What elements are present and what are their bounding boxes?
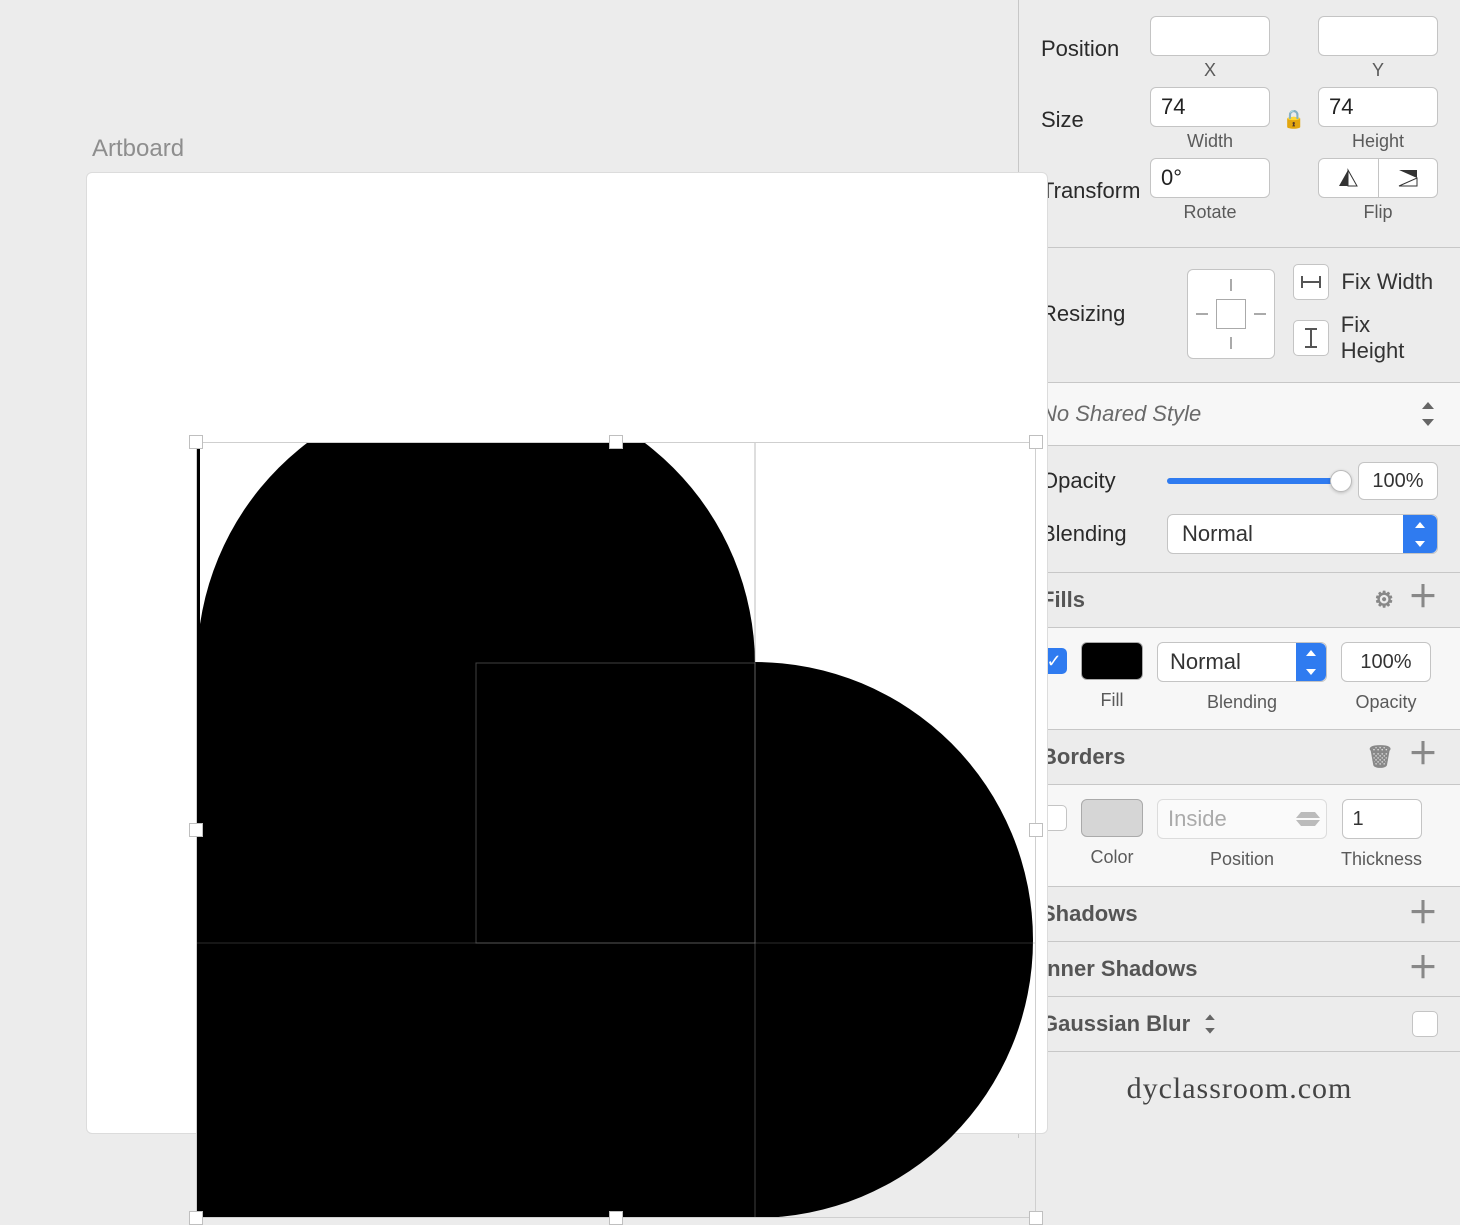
watermark: dyclassroom.com xyxy=(1019,1052,1460,1126)
blending-value: Normal xyxy=(1182,521,1253,547)
borders-header: Borders 🗑 ＋ xyxy=(1019,730,1460,785)
blending-select[interactable]: Normal xyxy=(1167,514,1438,554)
gaussian-blur-title: Gaussian Blur xyxy=(1041,1011,1190,1037)
selected-shape-group[interactable] xyxy=(197,443,1035,1217)
fill-color-swatch[interactable] xyxy=(1081,642,1143,680)
border-position-sublabel: Position xyxy=(1210,849,1274,870)
updown-icon xyxy=(1418,402,1438,426)
canvas-area[interactable]: Artboard xyxy=(0,0,1018,1138)
shadows-add-icon[interactable]: ＋ xyxy=(1408,903,1438,925)
opacity-slider-thumb[interactable] xyxy=(1330,470,1352,492)
flip-horizontal-icon xyxy=(1337,168,1359,188)
flip-vertical-button[interactable] xyxy=(1379,159,1438,197)
border-item: ✓ Color Inside Position 1 Thickness xyxy=(1019,785,1460,887)
artboard-label[interactable]: Artboard xyxy=(92,135,184,163)
gaussian-blur-checkbox[interactable] xyxy=(1412,1011,1438,1037)
flip-sublabel: Flip xyxy=(1363,202,1392,223)
fill-blend-stepper-icon xyxy=(1296,643,1326,681)
blending-label: Blending xyxy=(1041,521,1151,547)
gaussian-blur-header: Gaussian Blur xyxy=(1019,997,1460,1052)
border-position-select[interactable]: Inside xyxy=(1157,799,1327,839)
opacity-value[interactable]: 100% xyxy=(1358,462,1438,500)
selection-handle-top-middle[interactable] xyxy=(609,435,623,449)
borders-title: Borders xyxy=(1041,744,1125,770)
selection-handle-top-right[interactable] xyxy=(1029,435,1043,449)
size-width-input[interactable] xyxy=(1150,87,1270,127)
fill-blend-select[interactable]: Normal xyxy=(1157,642,1327,682)
inner-shadows-add-icon[interactable]: ＋ xyxy=(1408,958,1438,980)
shared-style-label: No Shared Style xyxy=(1041,401,1201,427)
lock-aspect-icon[interactable]: 🔒 xyxy=(1283,109,1305,130)
resizing-section: Resizing Fix Width xyxy=(1019,248,1460,383)
fill-opacity-sublabel: Opacity xyxy=(1355,692,1416,713)
fill-item: ✓ Fill Normal Blending 100% Opacity xyxy=(1019,628,1460,730)
selection-handle-bottom-left[interactable] xyxy=(189,1211,203,1225)
flip-group xyxy=(1318,158,1438,198)
shadows-header: Shadows ＋ xyxy=(1019,887,1460,942)
borders-add-icon[interactable]: ＋ xyxy=(1408,744,1438,770)
fills-add-icon[interactable]: ＋ xyxy=(1408,587,1438,613)
border-position-stepper-icon xyxy=(1296,800,1320,838)
inspector-sidebar: Position X Y Size Width xyxy=(1018,0,1460,1138)
borders-delete-icon[interactable]: 🗑 xyxy=(1366,744,1394,770)
inner-shadows-header: Inner Shadows ＋ xyxy=(1019,942,1460,997)
border-position-value: Inside xyxy=(1168,806,1227,832)
selection-handle-top-left[interactable] xyxy=(189,435,203,449)
position-x-input[interactable] xyxy=(1150,16,1270,56)
border-color-sublabel: Color xyxy=(1090,847,1133,868)
opacity-label: Opacity xyxy=(1041,468,1151,494)
position-label: Position xyxy=(1041,36,1150,62)
border-thickness-sublabel: Thickness xyxy=(1341,849,1422,870)
height-sublabel: Height xyxy=(1352,131,1404,152)
gaussian-blur-stepper-icon[interactable] xyxy=(1202,1014,1218,1033)
fix-width-icon xyxy=(1293,264,1329,300)
size-label: Size xyxy=(1041,107,1150,133)
rotate-sublabel: Rotate xyxy=(1183,202,1236,223)
selection-handle-bottom-middle[interactable] xyxy=(609,1211,623,1225)
fills-header: Fills ⚙ ＋ xyxy=(1019,573,1460,628)
position-y-input[interactable] xyxy=(1318,16,1438,56)
selection-handle-middle-right[interactable] xyxy=(1029,823,1043,837)
position-y-sublabel: Y xyxy=(1372,60,1384,81)
fix-height-icon xyxy=(1293,320,1328,356)
rotate-input[interactable] xyxy=(1150,158,1270,198)
fix-height-label: Fix Height xyxy=(1341,312,1438,364)
size-height-input[interactable] xyxy=(1318,87,1438,127)
shared-style-select[interactable]: No Shared Style xyxy=(1019,383,1460,446)
geometry-section: Position X Y Size Width xyxy=(1019,0,1460,248)
fix-height-button[interactable]: Fix Height xyxy=(1293,312,1438,364)
transform-label: Transform xyxy=(1041,178,1150,204)
fill-blend-value: Normal xyxy=(1170,649,1241,675)
position-x-sublabel: X xyxy=(1204,60,1216,81)
selection-handle-bottom-right[interactable] xyxy=(1029,1211,1043,1225)
resizing-pin-control[interactable] xyxy=(1187,269,1276,359)
flip-horizontal-button[interactable] xyxy=(1319,159,1379,197)
opacity-slider[interactable] xyxy=(1167,478,1342,484)
selection-handle-middle-left[interactable] xyxy=(189,823,203,837)
inner-shadows-title: Inner Shadows xyxy=(1041,956,1197,982)
blending-stepper-icon xyxy=(1403,515,1437,553)
shadows-title: Shadows xyxy=(1041,901,1138,927)
artboard[interactable] xyxy=(86,172,1048,1134)
resizing-label: Resizing xyxy=(1041,301,1169,327)
border-thickness-input[interactable]: 1 xyxy=(1342,799,1422,839)
border-color-swatch[interactable] xyxy=(1081,799,1143,837)
width-sublabel: Width xyxy=(1187,131,1233,152)
fill-blend-sublabel: Blending xyxy=(1207,692,1277,713)
selection-bounds xyxy=(196,442,1036,1218)
fills-settings-icon[interactable]: ⚙ xyxy=(1374,587,1394,613)
fill-sublabel: Fill xyxy=(1101,690,1124,711)
fix-width-label: Fix Width xyxy=(1341,269,1433,295)
appearance-section: Opacity 100% Blending Normal xyxy=(1019,446,1460,573)
flip-vertical-icon xyxy=(1397,168,1419,188)
fill-opacity-input[interactable]: 100% xyxy=(1341,642,1431,682)
fix-width-button[interactable]: Fix Width xyxy=(1293,264,1438,300)
